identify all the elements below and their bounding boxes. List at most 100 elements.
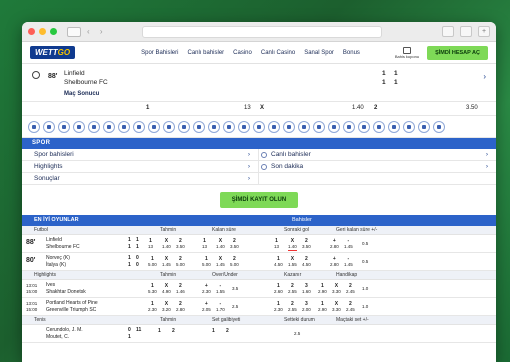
tennis-game-row[interactable]: Cerundolo, J. M. Moutet, C. 0 1 11 1 2 1 2 2.5 (22, 325, 496, 343)
odds-cell[interactable]: 1 13 (148, 238, 153, 250)
sidebar-toggle-icon[interactable] (67, 26, 81, 37)
odds-cell[interactable]: 2 2.45 (346, 301, 355, 313)
sport-icon-cricket[interactable] (73, 120, 85, 133)
close-window-button[interactable] (28, 28, 35, 35)
sport-icon-gaelic-football[interactable] (88, 120, 100, 133)
odds-cell[interactable]: 2 3.50 (302, 238, 311, 250)
nav-casino[interactable]: Casino (233, 50, 252, 56)
nav-spor-bahisleri[interactable]: Spor Bahisleri (141, 50, 178, 56)
back-forward-buttons[interactable]: ‹ › (87, 27, 107, 36)
sport-icon-formula-1[interactable] (238, 120, 250, 133)
odds-cell[interactable]: X 3.30 (332, 301, 341, 313)
bet-slip-button[interactable]: Bahis kuponu (395, 47, 419, 59)
odds-cell[interactable]: 1 2.90 (318, 301, 327, 313)
highlight-game-row[interactable]: 13:01 15:00 Ives Shakhtar Donetsk 1 5.30 X 4.90… (22, 280, 496, 298)
odds-cell[interactable]: X 1.45 (162, 256, 171, 268)
odds-cell[interactable]: +2.05 (202, 301, 211, 313)
nav-canli-casino[interactable]: Canlı Casino (261, 50, 295, 56)
odds-cell[interactable]: 2 4.50 (302, 256, 311, 268)
odds-cell[interactable]: 1 (212, 328, 215, 334)
chevron-right-icon[interactable]: › (483, 72, 486, 81)
odds-cell[interactable]: X 4.90 (162, 283, 171, 295)
sport-icon-mma[interactable] (328, 120, 340, 133)
odds-cell[interactable]: 2 1.46 (176, 283, 185, 295)
odds-cell[interactable]: +2.30 (202, 283, 211, 295)
football-game-row[interactable]: 88' Linfield Shelbourne FC 1 1 1 1 1 13 X 1.40 2 3.5… (22, 235, 496, 253)
sport-icon-k-sporlar-[interactable] (433, 120, 445, 133)
odds-cell[interactable]: 2 2.45 (346, 283, 355, 295)
sport-icon-voleybol[interactable] (43, 120, 55, 133)
odd-value-x[interactable]: 1.40 (352, 105, 364, 111)
odds-cell[interactable]: 2 2.80 (176, 301, 185, 313)
odds-cell[interactable]: X 1.40 (216, 238, 225, 250)
share-icon[interactable] (442, 26, 454, 37)
odds-cell[interactable]: X 3.20 (162, 301, 171, 313)
odds-cell[interactable]: 3 2.00 (302, 301, 311, 313)
odds-cell[interactable]: -1.70 (216, 301, 225, 313)
menu-canli-bahisler[interactable]: Canlı bahisler › (259, 149, 496, 161)
nav-bonus[interactable]: Bonus (343, 50, 360, 56)
football-game-row[interactable]: 80' Norveç (K) İtalya (K) 1 1 0 0 1 5.00 X 1.45 2 5.… (22, 253, 496, 271)
sport-icon-snooker[interactable] (58, 120, 70, 133)
tabs-icon[interactable] (460, 26, 472, 37)
sport-icon-snooker2[interactable] (103, 120, 115, 133)
highlight-game-row[interactable]: 13:01 15:00 Portland Hearts of Pine Greenvi… (22, 298, 496, 316)
odds-cell[interactable]: +2.80 (330, 238, 339, 250)
odds-cell[interactable]: -1.45 (344, 238, 353, 250)
odds-cell[interactable]: 2 5.00 (176, 256, 185, 268)
new-tab-button[interactable]: + (478, 26, 490, 37)
odds-cell[interactable]: 2 (226, 328, 229, 334)
sport-icon-badminton[interactable] (253, 120, 265, 133)
sport-icon-amerikan-futbolu[interactable] (148, 120, 160, 133)
open-account-button[interactable]: ŞİMDİ HESAP AÇ (427, 46, 488, 60)
odds-cell[interactable]: 1 (158, 328, 161, 334)
odds-cell[interactable]: +2.80 (330, 256, 339, 268)
sport-icon-motor-sporlar-[interactable] (343, 120, 355, 133)
nav-canli-bahisler[interactable]: Canlı bahisler (187, 50, 224, 56)
sport-icon-floorball[interactable] (373, 120, 385, 133)
odds-cell[interactable]: 2 3.50 (176, 238, 185, 250)
live-match-card[interactable]: 88' Linfield Shelbourne FC 1 1 1 1 › Maç… (22, 64, 496, 102)
sport-icon-beyzbol[interactable] (193, 120, 205, 133)
sport-icon-hentbol[interactable] (163, 120, 175, 133)
minimize-window-button[interactable] (39, 28, 46, 35)
odds-cell[interactable]: 1 2.30 (148, 301, 157, 313)
odds-cell[interactable]: 1 5.30 (148, 283, 157, 295)
menu-son-dakika[interactable]: Son dakika › (259, 161, 496, 173)
odds-cell[interactable]: 1 13 (274, 238, 279, 250)
sport-icon-masa-tenisi[interactable] (268, 120, 280, 133)
odds-cell[interactable]: 1 2.60 (274, 283, 283, 295)
odd-value-1[interactable]: 13 (244, 105, 251, 111)
odds-cell[interactable]: -1.45 (344, 256, 353, 268)
sport-icon-dart[interactable] (223, 120, 235, 133)
odds-cell[interactable]: 2 5.00 (230, 256, 239, 268)
odds-cell[interactable]: 1 2.90 (318, 283, 327, 295)
sport-icon-futsal[interactable] (283, 120, 295, 133)
odds-cell[interactable]: 2 (172, 328, 175, 334)
wettigo-logo[interactable]: WETTGO (30, 46, 76, 59)
maximize-window-button[interactable] (50, 28, 57, 35)
odds-cell[interactable]: X 1.45 (216, 256, 225, 268)
register-button[interactable]: ŞİMDİ KAYIT OLUN (219, 192, 299, 208)
sport-icon-basketbol[interactable] (133, 120, 145, 133)
sport-icon-golf[interactable] (178, 120, 190, 133)
odds-cell[interactable]: 1 5.00 (148, 256, 157, 268)
sport-icon-rugby[interactable] (28, 120, 40, 133)
odds-cell[interactable]: -1.55 (216, 283, 225, 295)
odds-cell[interactable]: X 3.30 (332, 283, 341, 295)
sport-icon-sailing[interactable] (403, 120, 415, 133)
menu-highlights[interactable]: Highlights › (22, 161, 259, 173)
odds-cell[interactable]: 1 4.50 (274, 256, 283, 268)
sport-icon-bisiklet[interactable] (313, 120, 325, 133)
odds-cell[interactable]: 1 13 (202, 238, 207, 250)
sport-icon-boks[interactable] (298, 120, 310, 133)
sport-icon-tenis[interactable] (118, 120, 130, 133)
odds-cell[interactable]: 3 1.60 (302, 283, 311, 295)
odds-cell[interactable]: 2 3.50 (230, 238, 239, 250)
odds-cell[interactable]: 2 2.55 (288, 283, 297, 295)
sport-icon-bandy[interactable] (358, 120, 370, 133)
address-bar[interactable] (142, 26, 382, 38)
menu-spor-bahisleri[interactable]: Spor bahisleri › (22, 149, 259, 161)
sport-icon-buz-hokeyi[interactable] (208, 120, 220, 133)
sport-icon-curling[interactable] (388, 120, 400, 133)
